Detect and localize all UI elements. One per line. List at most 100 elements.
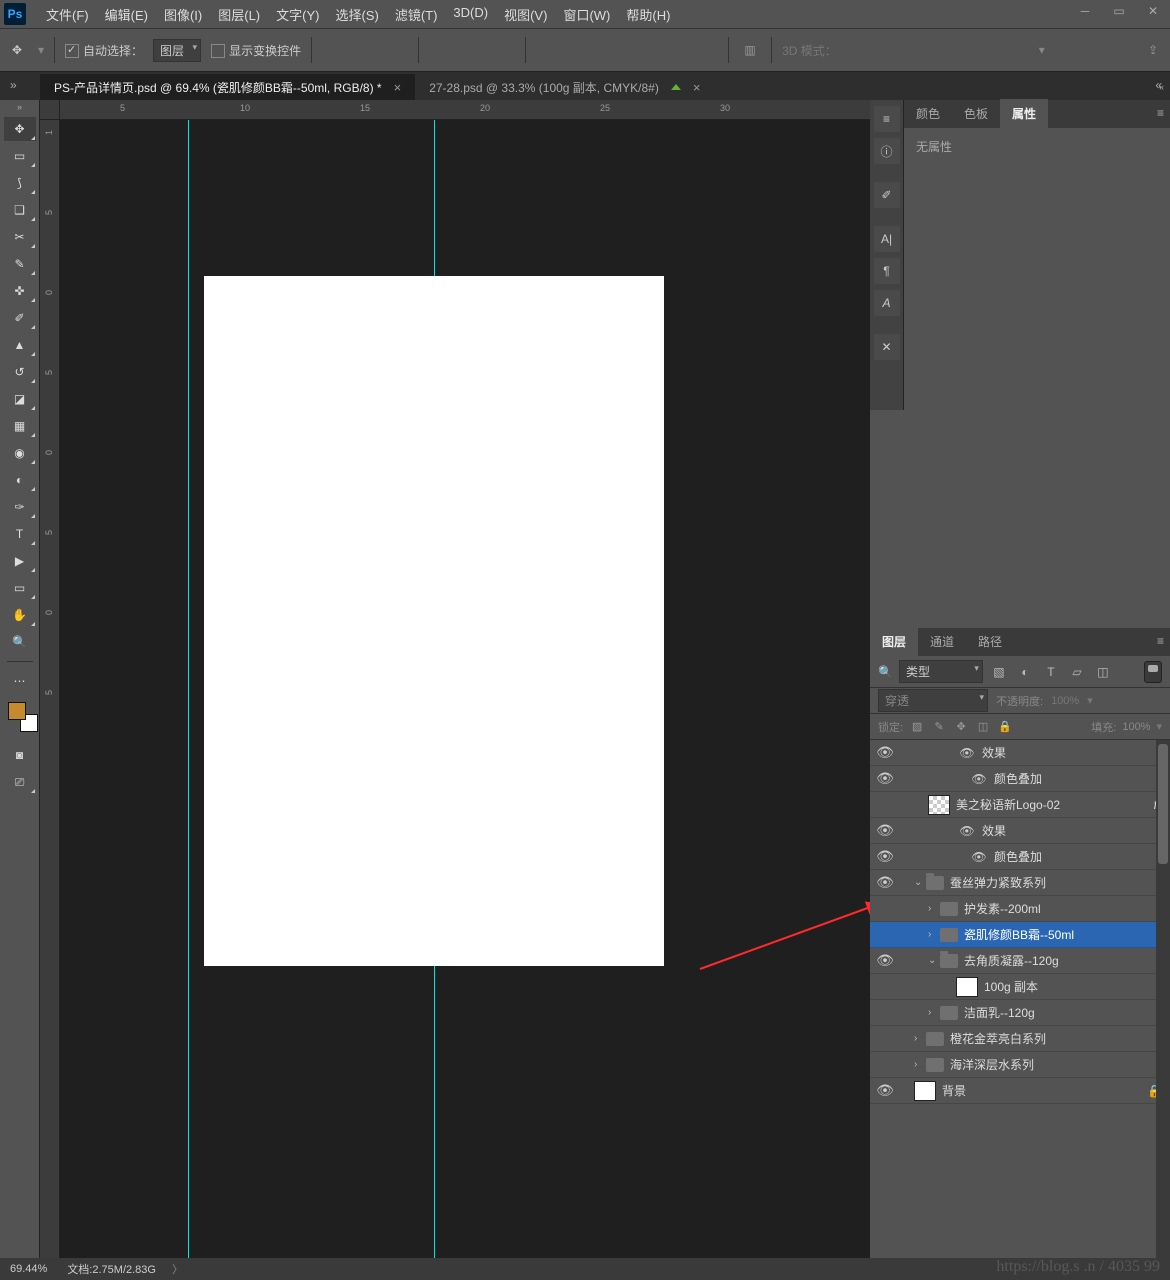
rail-adjust-icon[interactable]: ≡ xyxy=(874,106,900,132)
align-top-icon[interactable]: ⇡ xyxy=(429,39,451,61)
filter-type-icon[interactable]: T xyxy=(1041,662,1061,682)
menu-编辑(E)[interactable]: 编辑(E) xyxy=(97,5,156,24)
3d-slide-icon[interactable]: ↔ xyxy=(943,39,965,61)
layer-scrollbar[interactable] xyxy=(1156,740,1170,1258)
gradient-tool[interactable]: ▦ xyxy=(4,414,36,438)
eraser-tool[interactable]: ◪ xyxy=(4,387,36,411)
menu-滤镜(T)[interactable]: 滤镜(T) xyxy=(387,5,446,24)
window-minimize[interactable]: ─ xyxy=(1068,0,1102,22)
blend-mode-dropdown[interactable]: 穿透 xyxy=(878,689,988,712)
3d-orbit-icon[interactable]: ⟲ xyxy=(847,39,869,61)
3d-cube-icon[interactable]: ▢ xyxy=(1007,39,1029,61)
visibility-eye-icon[interactable]: 👁 xyxy=(870,744,900,761)
lock-artboard-icon[interactable]: ◫ xyxy=(975,720,991,733)
zoom-tool[interactable]: 🔍 xyxy=(4,630,36,654)
document-tab[interactable]: 27-28.psd @ 33.3% (100g 副本, CMYK/8#)× xyxy=(415,74,714,100)
menu-文件(F)[interactable]: 文件(F) xyxy=(38,5,97,24)
quickmask-tool[interactable]: ◙ xyxy=(4,743,36,767)
fill-value[interactable]: 100% xyxy=(1122,721,1150,733)
marquee-tool[interactable]: ▭ xyxy=(4,144,36,168)
filter-adjust-icon[interactable]: ◐ xyxy=(1015,662,1035,682)
eyedropper-tool[interactable]: ✎ xyxy=(4,252,36,276)
align-hcenter-icon[interactable]: ⇔ xyxy=(354,39,376,61)
effect-eye-icon[interactable]: 👁 xyxy=(964,772,994,786)
shape-tool[interactable]: ▭ xyxy=(4,576,36,600)
screenmode-tool[interactable]: ⎚ xyxy=(4,770,36,794)
tab-layers[interactable]: 图层 xyxy=(870,627,918,656)
layer-row[interactable]: ›护发素--200ml xyxy=(870,896,1170,922)
align-vcenter-icon[interactable]: ⇕ xyxy=(461,39,483,61)
doc-size[interactable]: 文档:2.75M/2.83G xyxy=(67,1261,156,1277)
tab-paths[interactable]: 路径 xyxy=(966,627,1014,656)
expand-left-icon[interactable]: » xyxy=(10,78,17,92)
layer-row[interactable]: 👁⌄蚕丝弹力紧致系列 xyxy=(870,870,1170,896)
lock-all-icon[interactable]: 🔒 xyxy=(997,720,1013,733)
window-maximize[interactable]: ▭ xyxy=(1102,0,1136,22)
quick-select-tool[interactable]: ❑ xyxy=(4,198,36,222)
dist-h-icon[interactable]: ↔ xyxy=(536,39,558,61)
layer-row[interactable]: 👁👁效果 xyxy=(870,818,1170,844)
layer-row[interactable]: 👁👁颜色叠加 xyxy=(870,844,1170,870)
lock-paint-icon[interactable]: ✎ xyxy=(931,720,947,733)
menu-视图(V)[interactable]: 视图(V) xyxy=(496,5,555,24)
layer-row[interactable]: ›洁面乳--120g xyxy=(870,1000,1170,1026)
rail-tools-icon[interactable]: ✕ xyxy=(874,334,900,360)
align-right-icon[interactable]: ⇥ xyxy=(386,39,408,61)
window-close[interactable]: ✕ xyxy=(1136,0,1170,22)
dist-v2-icon[interactable]: ↕ xyxy=(632,39,654,61)
filter-pixel-icon[interactable]: ▧ xyxy=(989,662,1009,682)
align-bottom-icon[interactable]: ⇣ xyxy=(493,39,515,61)
show-transform-checkbox[interactable]: 显示变换控件 xyxy=(211,42,301,59)
move-tool[interactable]: ✥ xyxy=(4,117,36,141)
visibility-eye-icon[interactable]: 👁 xyxy=(870,1082,900,1099)
layer-row[interactable]: 👁⌄去角质凝露--120g xyxy=(870,948,1170,974)
filter-toggle[interactable] xyxy=(1144,661,1162,683)
menu-窗口(W)[interactable]: 窗口(W) xyxy=(555,5,618,24)
align-left-icon[interactable]: ⇤ xyxy=(322,39,344,61)
edit-toolbar[interactable]: ⋯ xyxy=(4,669,36,693)
visibility-eye-icon[interactable]: 👁 xyxy=(870,952,900,969)
heal-tool[interactable]: ✜ xyxy=(4,279,36,303)
rail-para-icon[interactable]: ¶ xyxy=(874,258,900,284)
visibility-eye-icon[interactable]: 👁 xyxy=(870,770,900,787)
dist-h3-icon[interactable]: ↔ xyxy=(664,39,686,61)
auto-select-checkbox[interactable]: 自动选择： xyxy=(65,42,143,59)
zoom-level[interactable]: 69.44% xyxy=(10,1263,47,1275)
visibility-eye-icon[interactable]: 👁 xyxy=(870,874,900,891)
dist-v-icon[interactable]: ↕ xyxy=(568,39,590,61)
hand-tool[interactable]: ✋ xyxy=(4,603,36,627)
effect-eye-icon[interactable]: 👁 xyxy=(952,824,982,838)
layers-menu-icon[interactable]: ≡ xyxy=(1157,634,1164,648)
rail-info-icon[interactable]: ⓘ xyxy=(874,138,900,164)
filter-smart-icon[interactable]: ◫ xyxy=(1093,662,1113,682)
layer-tree[interactable]: 👁👁效果👁👁颜色叠加美之秘语新Logo-02fxˆ👁👁效果👁👁颜色叠加👁⌄蚕丝弹… xyxy=(870,740,1170,1258)
tab-color[interactable]: 颜色 xyxy=(904,99,952,128)
layer-filter-type-dropdown[interactable]: 类型 xyxy=(899,660,983,683)
menu-图层(L)[interactable]: 图层(L) xyxy=(210,5,268,24)
menu-文字(Y)[interactable]: 文字(Y) xyxy=(268,5,327,24)
3d-pan-icon[interactable]: ✥ xyxy=(911,39,933,61)
dist-v3-icon[interactable]: ↕ xyxy=(696,39,718,61)
panel-collapse-icon[interactable]: « xyxy=(1159,82,1164,92)
visibility-eye-icon[interactable]: 👁 xyxy=(870,822,900,839)
document-tab[interactable]: PS-产品详情页.psd @ 69.4% (瓷肌修颜BB霜--50ml, RGB… xyxy=(40,74,415,100)
pen-tool[interactable]: ✑ xyxy=(4,495,36,519)
filter-shape-icon[interactable]: ▱ xyxy=(1067,662,1087,682)
lasso-tool[interactable]: ⟆ xyxy=(4,171,36,195)
effect-eye-icon[interactable]: 👁 xyxy=(952,746,982,760)
layer-row[interactable]: ›海洋深层水系列 xyxy=(870,1052,1170,1078)
opacity-value[interactable]: 100% xyxy=(1051,695,1079,707)
layer-row[interactable]: 👁👁效果 xyxy=(870,740,1170,766)
layer-row[interactable]: ›瓷肌修颜BB霜--50ml xyxy=(870,922,1170,948)
tab-channels[interactable]: 通道 xyxy=(918,627,966,656)
tab-close-icon[interactable]: × xyxy=(394,80,402,95)
tab-swatches[interactable]: 色板 xyxy=(952,99,1000,128)
path-select-tool[interactable]: ▶ xyxy=(4,549,36,573)
layer-row[interactable]: 美之秘语新Logo-02fxˆ xyxy=(870,792,1170,818)
rail-brush-icon[interactable]: ✐ xyxy=(874,182,900,208)
lock-position-icon[interactable]: ✥ xyxy=(953,720,969,733)
share-icon[interactable]: ⇪ xyxy=(1142,39,1164,61)
menu-图像(I)[interactable]: 图像(I) xyxy=(156,5,210,24)
rail-glyph-icon[interactable]: A xyxy=(874,290,900,316)
tab-properties[interactable]: 属性 xyxy=(1000,99,1048,128)
